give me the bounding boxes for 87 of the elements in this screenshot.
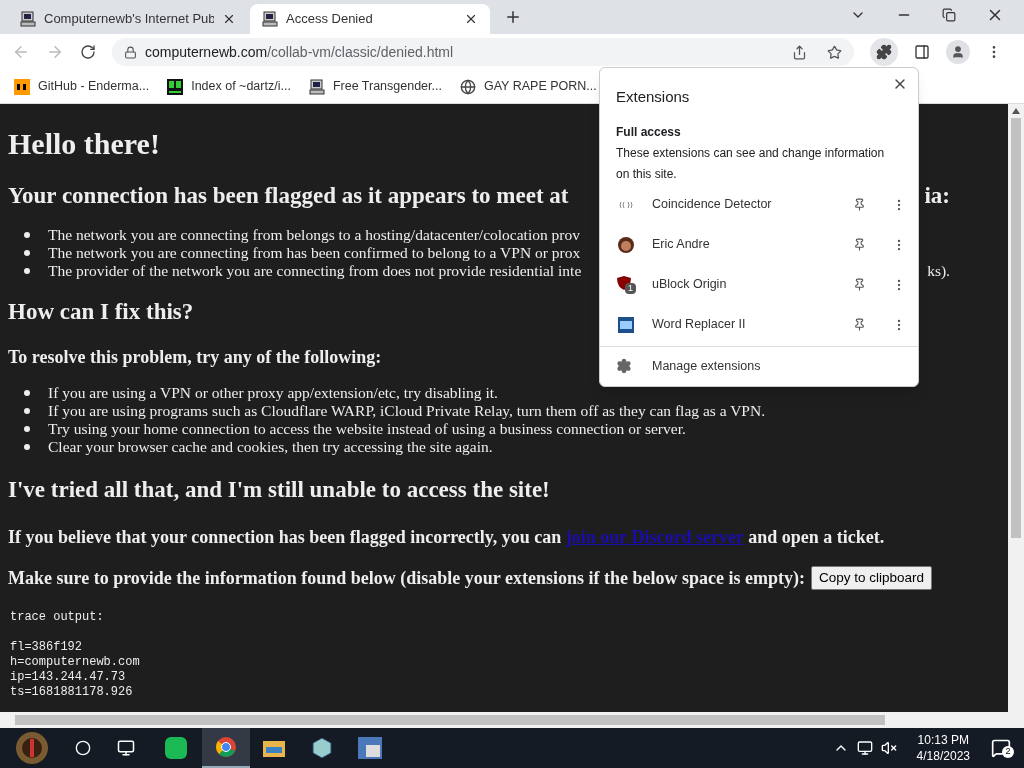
copy-button[interactable]: Copy to clipboard — [811, 566, 933, 591]
fix-text: Clear your browser cache and cookies, then try accessing the site again. — [48, 438, 493, 456]
computer-icon — [308, 78, 325, 95]
browser-tab[interactable]: Access Denied — [250, 4, 490, 34]
address-bar[interactable]: computernewb.com/collab-vm/classic/denied.html — [112, 38, 854, 66]
browser-taskbar-button[interactable] — [202, 728, 250, 768]
bullet — [24, 426, 30, 432]
bullet — [24, 232, 30, 238]
network-icon[interactable] — [856, 740, 873, 756]
pin-icon[interactable] — [853, 318, 866, 332]
star-icon[interactable] — [827, 44, 842, 60]
tab-title: Access Denied — [286, 10, 374, 29]
resolve-heading: To resolve this problem, try any of the following: — [8, 346, 382, 368]
folder-icon[interactable] — [263, 739, 285, 757]
browser-logo-icon — [215, 736, 237, 758]
fix-text: If you are using a VPN or other proxy app/extension/etc, try disabling it. — [48, 384, 498, 402]
flag-heading: Your connection has been flagged as it appears to meet at — [8, 182, 569, 210]
reload-icon[interactable] — [80, 44, 96, 60]
extensions-button[interactable] — [870, 38, 898, 66]
close-icon[interactable] — [464, 12, 478, 26]
section-title: Full access — [615, 123, 682, 141]
pin-icon[interactable] — [853, 198, 866, 212]
document-icon — [618, 316, 634, 333]
extension-item[interactable]: Word Replacer II — [600, 304, 918, 345]
reason-text: The network you are connecting from belongs to a hosting/datacenter/colocation prov — [48, 226, 580, 244]
url-text: computernewb.com/collab-vm/classic/denied.html — [145, 42, 455, 62]
bookmark[interactable]: GAY RAPE PORN... — [459, 77, 597, 96]
lock-icon — [124, 45, 137, 59]
new-tab-icon[interactable] — [504, 8, 522, 26]
provide-text: Make sure to provide the information found below (disable your extensions if the below space is empty): — [8, 567, 805, 590]
reason-text: The provider of the network you are connecting from does not provide residential inte — [48, 262, 582, 280]
notifications-icon[interactable] — [991, 738, 1011, 758]
vertical-scrollbar[interactable] — [1008, 104, 1024, 712]
extension-item[interactable]: 1 uBlock Origin — [600, 264, 918, 305]
computer-icon — [20, 11, 36, 27]
bullet — [24, 408, 30, 414]
trace-output: fl=386f192 h=computernewb.com ip=143.244.47.73 ts=1681881178.926 — [10, 640, 140, 701]
parentheses-icon — [618, 200, 634, 209]
avatar-icon — [618, 236, 634, 253]
search-icon[interactable] — [75, 740, 91, 756]
profile-button[interactable] — [946, 40, 970, 64]
puzzle-icon — [876, 44, 892, 60]
side-panel-icon[interactable] — [914, 44, 930, 60]
task-view-icon[interactable] — [117, 739, 135, 757]
share-icon[interactable] — [792, 44, 807, 60]
close-icon[interactable] — [222, 12, 236, 26]
extension-item[interactable]: Eric Andre — [600, 224, 918, 265]
grid-icon — [167, 78, 184, 95]
section-description: These extensions can see and change information on this site. — [615, 144, 886, 183]
bookmark[interactable]: Free Transgender... — [308, 77, 442, 96]
volume-muted-icon[interactable] — [880, 740, 897, 756]
app-icon[interactable] — [358, 737, 382, 759]
start-logo-icon — [15, 731, 49, 765]
ticket-text: If you believe that your connection has been flagged incorrectly, you can join our Discord server and open a ticket. — [8, 526, 885, 548]
bullet — [24, 268, 30, 274]
still-heading: I've tried all that, and I'm still unable to access the site! — [8, 476, 550, 504]
cube-icon[interactable] — [311, 737, 333, 759]
logo-icon — [14, 78, 30, 95]
fix-text: If you are using programs such as Cloudflare WARP, iCloud Private Relay, turn them off as they can flag as a VPN. — [48, 402, 766, 420]
fix-text: Try using your home connection to access the website instead of using a business connection or server. — [48, 420, 686, 438]
bullet — [24, 390, 30, 396]
notes-app-icon[interactable] — [165, 737, 187, 759]
extension-item[interactable]: Coincidence Detector — [600, 184, 918, 225]
settings-icon — [616, 358, 632, 375]
person-icon — [951, 45, 965, 59]
globe-icon — [459, 78, 476, 95]
fix-heading: How can I fix this? — [8, 298, 194, 326]
restore-icon[interactable] — [942, 8, 956, 22]
trace-label: trace output: — [10, 610, 104, 626]
horizontal-scrollbar[interactable] — [0, 712, 1024, 728]
notification-count: 2 — [1002, 746, 1014, 758]
bullet — [24, 250, 30, 256]
pin-icon[interactable] — [853, 238, 866, 252]
count-badge: 1 — [625, 282, 636, 294]
popup-title: Extensions — [616, 87, 690, 107]
manage-extensions-item[interactable]: Manage extensions — [600, 346, 918, 386]
pin-icon[interactable] — [853, 278, 866, 292]
computer-icon — [262, 11, 278, 27]
bookmark[interactable]: Index of ~dartz/i... — [167, 77, 291, 96]
flag-heading-end: ia: — [924, 182, 950, 210]
bullet — [24, 444, 30, 450]
page-title: Hello there! — [8, 126, 160, 162]
reason-text: The network you are connecting from has been confirmed to belong to a VPN or prox — [48, 244, 581, 262]
clock[interactable]: 10:13 PM 4/18/2023 — [908, 732, 978, 764]
scroll-up-icon[interactable] — [1012, 108, 1020, 114]
reason-text-end: ks). — [927, 262, 950, 280]
bookmark[interactable]: GitHub - Enderma... — [14, 77, 150, 96]
